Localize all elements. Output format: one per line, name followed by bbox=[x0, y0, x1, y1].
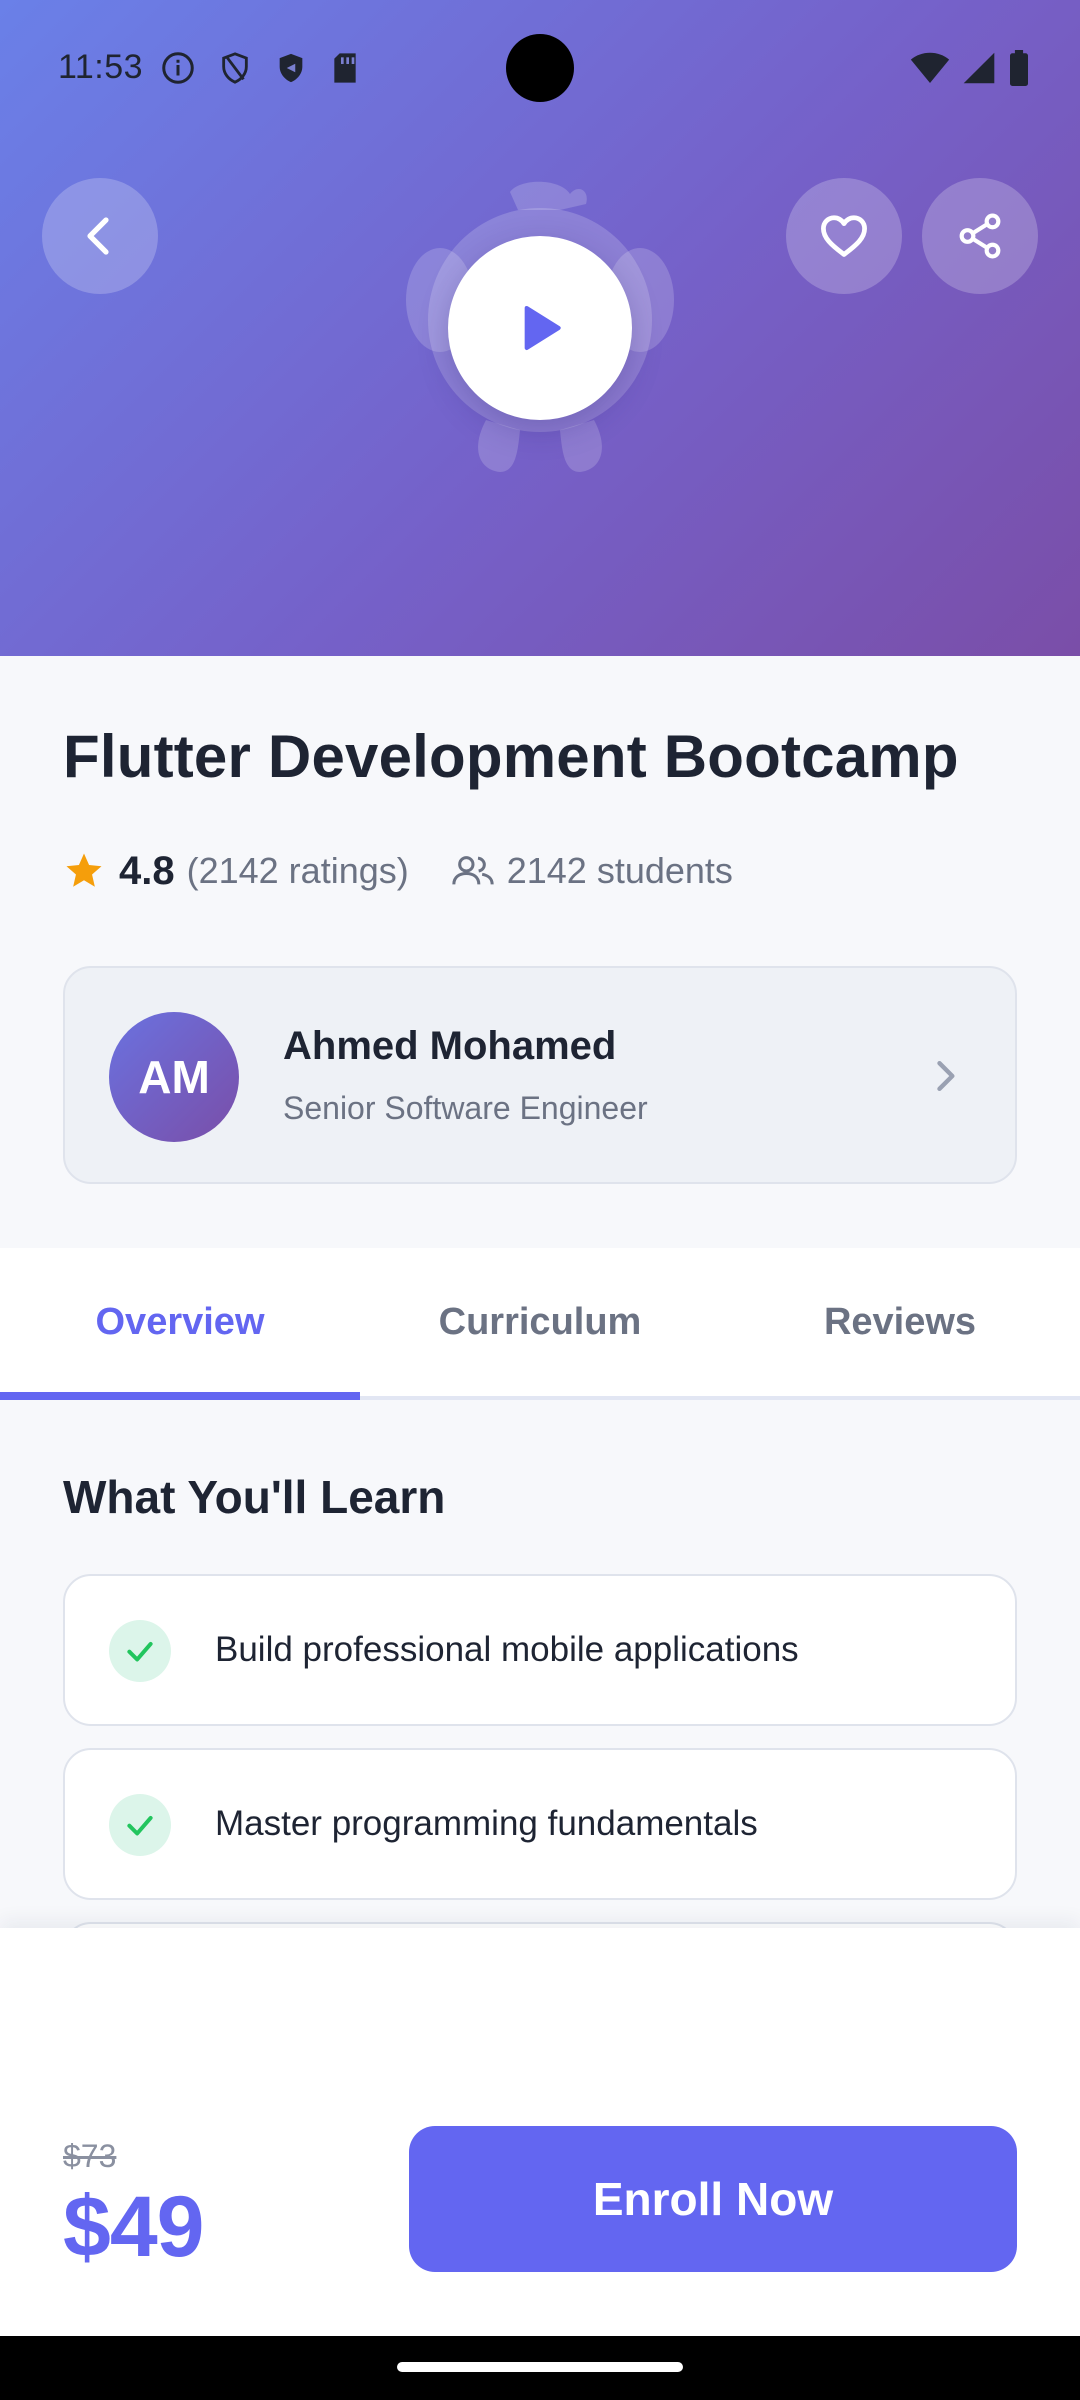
status-icons-left bbox=[160, 50, 360, 86]
original-price: $73 bbox=[63, 2138, 117, 2174]
sd-card-icon bbox=[334, 53, 356, 83]
wifi-icon bbox=[910, 52, 950, 83]
people-icon bbox=[452, 856, 494, 885]
status-icons-right bbox=[910, 50, 1030, 86]
course-tabs: Overview Curriculum Reviews bbox=[0, 1248, 1080, 1400]
ratings-count: (2142 ratings) bbox=[186, 850, 409, 891]
home-indicator[interactable] bbox=[397, 2362, 683, 2372]
instructor-role: Senior Software Engineer bbox=[283, 1090, 648, 1126]
learn-section-title: What You'll Learn bbox=[63, 1471, 446, 1523]
tab-overview[interactable]: Overview bbox=[0, 1248, 360, 1400]
heart-icon bbox=[821, 215, 867, 257]
check-badge bbox=[109, 1794, 171, 1856]
share-icon bbox=[959, 213, 1001, 259]
learn-item-text: Build professional mobile applications bbox=[215, 1630, 799, 1669]
students-label: 2142 students bbox=[506, 850, 733, 891]
learn-item-text: Master programming fundamentals bbox=[215, 1804, 758, 1843]
play-button[interactable] bbox=[448, 236, 632, 420]
course-hero: 11:53 bbox=[0, 0, 1080, 656]
check-icon bbox=[127, 1641, 153, 1662]
students-count: 2142 students bbox=[451, 850, 733, 892]
check-icon bbox=[127, 1815, 153, 1836]
enroll-button[interactable]: Enroll Now bbox=[409, 2126, 1017, 2272]
discounted-price: $49 bbox=[63, 2179, 204, 2275]
battery-icon bbox=[1010, 50, 1028, 86]
favorite-button[interactable] bbox=[786, 178, 902, 294]
play-icon bbox=[524, 306, 561, 350]
status-time: 11:53 bbox=[58, 48, 144, 86]
learn-item: Master programming fundamentals bbox=[63, 1748, 1017, 1900]
star-icon bbox=[66, 853, 102, 887]
camera-cutout bbox=[506, 34, 574, 102]
arrow-left-icon bbox=[87, 217, 109, 255]
instructor-card[interactable]: AM Ahmed Mohamed Senior Software Enginee… bbox=[63, 966, 1017, 1184]
back-button[interactable] bbox=[42, 178, 158, 294]
instructor-name: Ahmed Mohamed bbox=[283, 1024, 617, 1068]
signal-icon bbox=[963, 52, 995, 84]
instructor-avatar: AM bbox=[109, 1012, 239, 1142]
course-title: Flutter Development Bootcamp bbox=[63, 723, 959, 790]
chevron-right-icon bbox=[937, 1060, 955, 1092]
check-badge bbox=[109, 1620, 171, 1682]
shield-outline-icon bbox=[222, 52, 248, 84]
tab-curriculum[interactable]: Curriculum bbox=[360, 1248, 720, 1396]
learn-item: Build professional mobile applications bbox=[63, 1574, 1017, 1726]
rating-value: 4.8 bbox=[119, 848, 175, 893]
share-button[interactable] bbox=[922, 178, 1038, 294]
shield-filled-icon bbox=[279, 53, 303, 83]
course-meta: 4.8 (2142 ratings) 2142 students bbox=[63, 846, 733, 896]
tab-reviews[interactable]: Reviews bbox=[720, 1248, 1080, 1396]
info-icon bbox=[162, 52, 194, 84]
